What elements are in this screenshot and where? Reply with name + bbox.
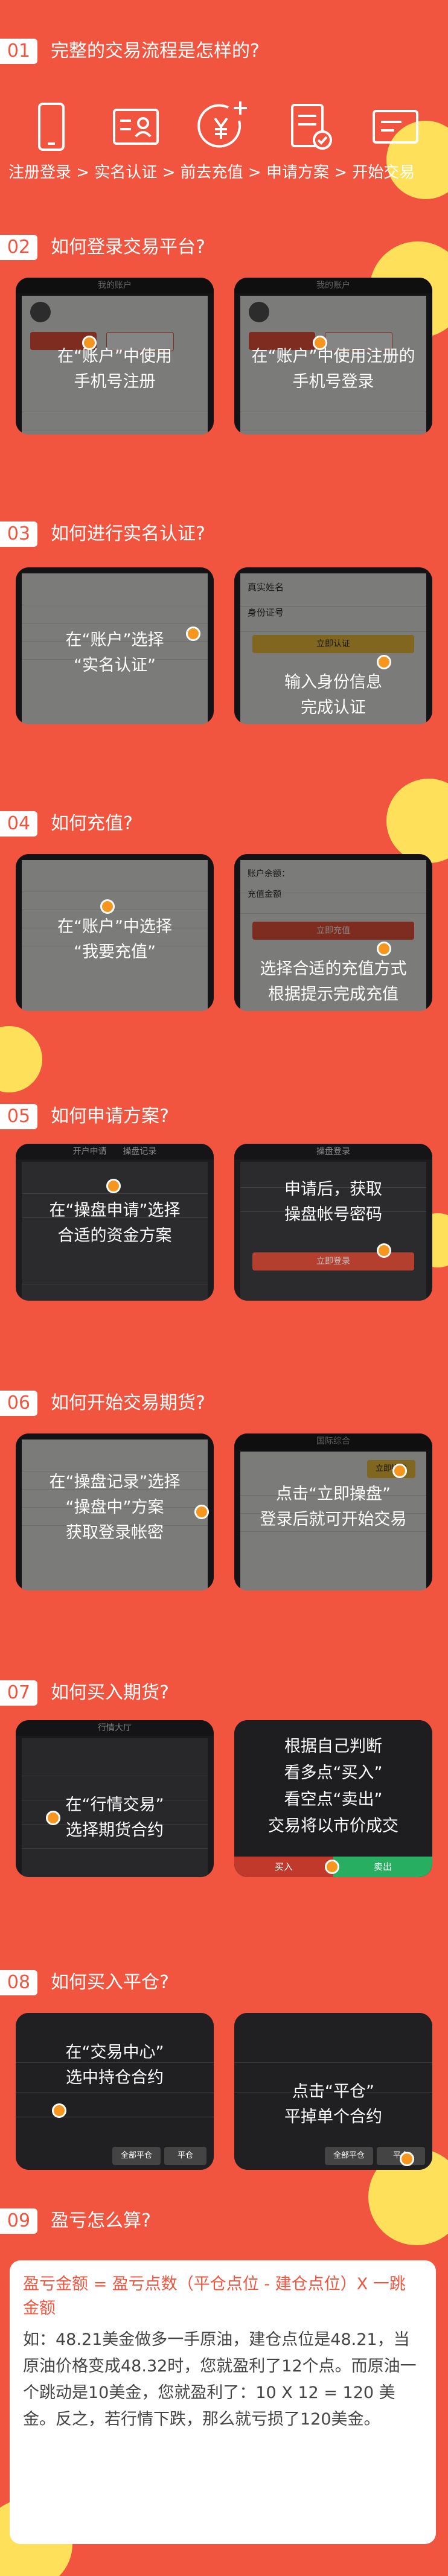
tap-indicator	[377, 1243, 391, 1258]
screenshot-card-positions: 全部平仓 平仓 在“交易中心” 选中持仓合约	[16, 2013, 214, 2170]
section-number: 08	[0, 1970, 37, 1995]
formula-example: 如：48.21美金做多一手原油，建仓点位是48.21，当原油价格变成48.32时…	[23, 2330, 417, 2429]
tap-indicator	[392, 1464, 407, 1478]
tap-indicator	[377, 942, 391, 956]
screenshot-card-recharge-form: 账户余额： 充值金额 立即充值 选择合适的充值方式 根据提示完成充值	[234, 854, 432, 1011]
screenshot-card-trade-start: 国际综合 立即操盘 点击“立即操盘” 登录后就可开始交易	[234, 1433, 432, 1590]
overlay	[16, 2013, 214, 2170]
section-title: 盈亏怎么算?	[51, 2210, 151, 2231]
flow-steps-text: 注册登录 > 实名认证 > 前去充值 > 申请方案 > 开始交易	[8, 164, 415, 182]
card-caption: 在“操盘申请”选择 合适的资金方案	[49, 1201, 181, 1245]
section-title: 如何买入平仓?	[51, 1972, 169, 1993]
section-number: 03	[0, 521, 37, 547]
section-number: 06	[0, 1391, 37, 1416]
section-number: 05	[0, 1104, 37, 1129]
close-position-button[interactable]: 平仓	[164, 2147, 206, 2165]
section-number: 09	[0, 2208, 37, 2234]
section-title: 如何充值?	[51, 813, 133, 834]
section-number: 07	[0, 1680, 37, 1706]
section-title: 如何买入期货?	[51, 1682, 169, 1703]
section-number: 02	[0, 235, 37, 260]
section-header-08: 08 如何买入平仓?	[0, 1962, 448, 2004]
card-caption: 在“账户”中使用注册的 手机号登录	[251, 347, 415, 391]
card-caption: 在“账户”中选择 “我要充值”	[57, 917, 172, 961]
screenshot-card-realname-form: 真实姓名 身份证号 立即认证 输入身份信息 完成认证	[234, 567, 432, 724]
screenshot-card-market: 行情大厅 在“行情交易” 选择期货合约	[16, 1720, 214, 1877]
buy-button[interactable]: 买入	[234, 1857, 333, 1877]
tap-indicator	[325, 1860, 339, 1874]
card-caption: 点击“立即操盘” 登录后就可开始交易	[260, 1485, 407, 1529]
tap-indicator	[106, 1179, 121, 1193]
card-caption: 点击“平仓” 平掉单个合约	[284, 2082, 382, 2126]
screenshot-card-close-position: 全部平仓 平仓 点击“平仓” 平掉单个合约	[234, 2013, 432, 2170]
section-header-09: 09 盈亏怎么算?	[0, 2200, 448, 2242]
section-title: 如何申请方案?	[51, 1106, 169, 1127]
card-caption: 在“账户”选择 “实名认证”	[65, 631, 164, 675]
phone-icon	[38, 103, 65, 151]
yuan-plus-icon	[197, 101, 247, 148]
section-header-02: 02 如何登录交易平台?	[0, 226, 448, 269]
card-caption: 申请后，获取 操盘帐号密码	[284, 1180, 382, 1224]
section-header-05: 05 如何申请方案?	[0, 1095, 448, 1138]
screenshot-card-plan-login: 操盘登录 立即登录 申请后，获取 操盘帐号密码	[234, 1144, 432, 1301]
section-title: 如何登录交易平台?	[51, 237, 205, 258]
card-caption: 选择合适的充值方式 根据提示完成充值	[260, 960, 407, 1004]
card-caption: 在“账户”中使用 手机号注册	[57, 347, 172, 391]
flow-icons	[0, 97, 448, 157]
close-all-button[interactable]: 全部平仓	[325, 2147, 373, 2165]
card-caption: 在“交易中心” 选中持仓合约	[65, 2043, 164, 2087]
screenshot-card-register: 我的账户 在“账户”中使用 手机号注册	[16, 278, 214, 435]
tap-indicator	[400, 2152, 414, 2166]
section-header-03: 03 如何进行实名认证?	[0, 513, 448, 555]
section-title: 如何开始交易期货?	[51, 1392, 205, 1414]
card-icon	[373, 110, 418, 144]
card-caption: 输入身份信息 完成认证	[284, 673, 382, 717]
tutorial-page: 01 完整的交易流程是怎样的? 注册登录 > 实名认证 > 前去充值 > 申请方…	[0, 0, 448, 2576]
screenshot-card-realname-menu: 在“账户”选择 “实名认证”	[16, 567, 214, 724]
close-all-button[interactable]: 全部平仓	[112, 2147, 161, 2165]
sell-button[interactable]: 卖出	[333, 1857, 432, 1877]
screenshot-card-trade-records: 在“操盘记录”选择 “操盘中”方案 获取登录帐密	[16, 1433, 214, 1590]
section-title: 如何进行实名认证?	[51, 523, 205, 544]
card-caption: 在“操盘记录”选择 “操盘中”方案 获取登录帐密	[49, 1473, 181, 1542]
id-card-icon	[113, 109, 159, 145]
tap-indicator	[100, 899, 115, 914]
screenshot-card-buy-sell: 买入 卖出 根据自己判断 看多点“买入” 看空点“卖出” 交易将以市价成交	[234, 1720, 432, 1877]
card-caption: 在“行情交易” 选择期货合约	[65, 1796, 164, 1840]
section-title: 完整的交易流程是怎样的?	[51, 40, 260, 62]
section-header-06: 06 如何开始交易期货?	[0, 1382, 448, 1424]
screenshot-card-login: 我的账户 在“账户”中使用注册的 手机号登录	[234, 278, 432, 435]
section-header-07: 07 如何买入期货?	[0, 1672, 448, 1714]
screenshot-card-plan-apply: 开户申请 操盘记录 在“操盘申请”选择 合适的资金方案	[16, 1144, 214, 1301]
screenshot-card-recharge-menu: 在“账户”中选择 “我要充值”	[16, 854, 214, 1011]
card-caption: 根据自己判断 看多点“买入” 看空点“卖出” 交易将以市价成交	[268, 1737, 398, 1835]
section-number: 01	[0, 39, 37, 64]
formula-title: 盈亏金额 = 盈亏点数（平仓点位 - 建仓点位）X 一跳金额	[23, 2275, 406, 2318]
section-number: 04	[0, 811, 37, 837]
tap-indicator	[377, 655, 391, 669]
section-header-01: 01 完整的交易流程是怎样的?	[0, 30, 448, 72]
profit-formula-box: 盈亏金额 = 盈亏点数（平仓点位 - 建仓点位）X 一跳金额 如：48.21美金…	[10, 2260, 436, 2544]
section-header-04: 04 如何充值?	[0, 803, 448, 845]
tap-indicator	[52, 2103, 66, 2118]
decor-circle	[0, 1026, 42, 1092]
document-check-icon	[291, 104, 332, 150]
